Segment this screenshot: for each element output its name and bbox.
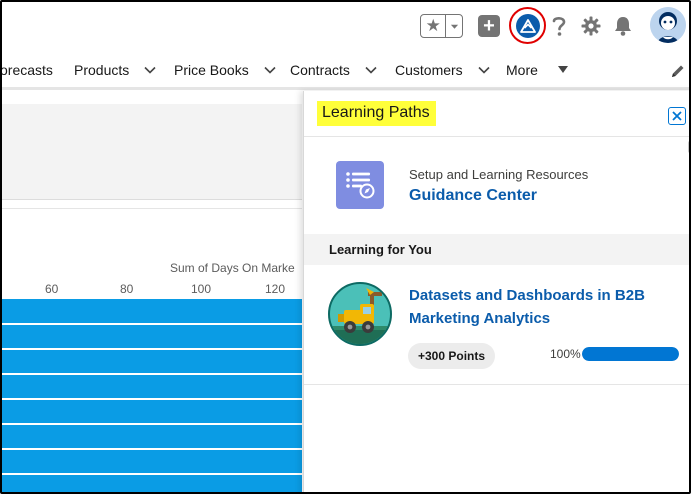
chart-bar[interactable] — [2, 425, 302, 448]
chart-bar[interactable] — [2, 350, 302, 373]
nav-item-label: Products — [74, 62, 130, 78]
nav-item-label: Customers — [395, 62, 463, 78]
nav-item-label: More — [506, 62, 538, 78]
edit-icon[interactable] — [670, 63, 686, 79]
trailhead-icon — [515, 13, 540, 38]
progress-label: 100% — [550, 347, 581, 361]
app-window: ★ + orecasts Products Price Books Contra… — [0, 0, 691, 494]
axis-tick-label: 100 — [191, 282, 212, 296]
help-icon[interactable] — [547, 14, 571, 38]
gear-icon[interactable] — [579, 14, 603, 38]
navigation-bar: orecasts Products Price Books Contracts … — [2, 52, 689, 90]
chevron-down-icon[interactable] — [446, 15, 462, 37]
chevron-down-icon[interactable] — [364, 63, 378, 77]
section-label: Learning for You — [329, 242, 432, 257]
chevron-down-icon[interactable] — [477, 63, 491, 77]
chevron-down-icon[interactable] — [143, 63, 157, 77]
chart-axis-title: Sum of Days On Marke — [170, 261, 295, 275]
guidance-center-icon — [336, 161, 384, 209]
chart-bars — [2, 299, 302, 492]
plus-icon: + — [478, 15, 500, 37]
star-icon[interactable]: ★ — [421, 15, 447, 37]
chart-bar[interactable] — [2, 450, 302, 473]
panel-header: Learning Paths — [304, 91, 689, 137]
trailhead-button[interactable] — [509, 7, 546, 44]
chart-bar[interactable] — [2, 325, 302, 348]
section-header: Learning for You — [304, 234, 689, 265]
chart-bar[interactable] — [2, 475, 302, 492]
close-button[interactable] — [668, 107, 686, 125]
chart-bar[interactable] — [2, 400, 302, 423]
nav-item-more[interactable]: More — [506, 62, 568, 78]
guidance-subtitle: Setup and Learning Resources — [409, 167, 589, 182]
progress-fill — [582, 347, 679, 361]
nav-item-forecasts[interactable]: orecasts — [0, 62, 53, 78]
bell-icon[interactable] — [611, 14, 635, 38]
utility-bar: ★ + — [2, 2, 689, 52]
global-add-button[interactable]: + — [477, 14, 501, 38]
axis-tick-label: 60 — [45, 282, 59, 296]
nav-item-contracts[interactable]: Contracts — [290, 62, 378, 78]
divider — [304, 384, 689, 385]
chart-bar[interactable] — [2, 375, 302, 398]
course-badge-icon[interactable] — [328, 282, 392, 346]
close-icon — [672, 111, 682, 121]
points-badge: +300 Points — [408, 343, 496, 369]
nav-item-price-books[interactable]: Price Books — [174, 62, 277, 78]
nav-item-products[interactable]: Products — [74, 62, 157, 78]
axis-tick-label: 80 — [120, 282, 134, 296]
chart-bar[interactable] — [2, 299, 302, 323]
nav-item-label: orecasts — [0, 62, 53, 78]
course-title-link[interactable]: Datasets and Dashboards in B2B Marketing… — [409, 284, 669, 330]
nav-item-label: Contracts — [290, 62, 350, 78]
nav-item-customers[interactable]: Customers — [395, 62, 491, 78]
nav-item-label: Price Books — [174, 62, 249, 78]
progress-bar — [582, 347, 679, 361]
caret-down-icon — [557, 66, 568, 73]
learning-paths-panel: Learning Paths Setup and Learning Resour… — [303, 91, 689, 492]
report-header-panel — [2, 104, 302, 200]
panel-title: Learning Paths — [317, 101, 436, 126]
chevron-down-icon[interactable] — [263, 63, 277, 77]
favorites-button-group: ★ — [420, 14, 463, 38]
avatar[interactable] — [650, 7, 686, 43]
axis-tick-label: 120 — [265, 282, 286, 296]
guidance-center-link[interactable]: Guidance Center — [409, 187, 537, 205]
